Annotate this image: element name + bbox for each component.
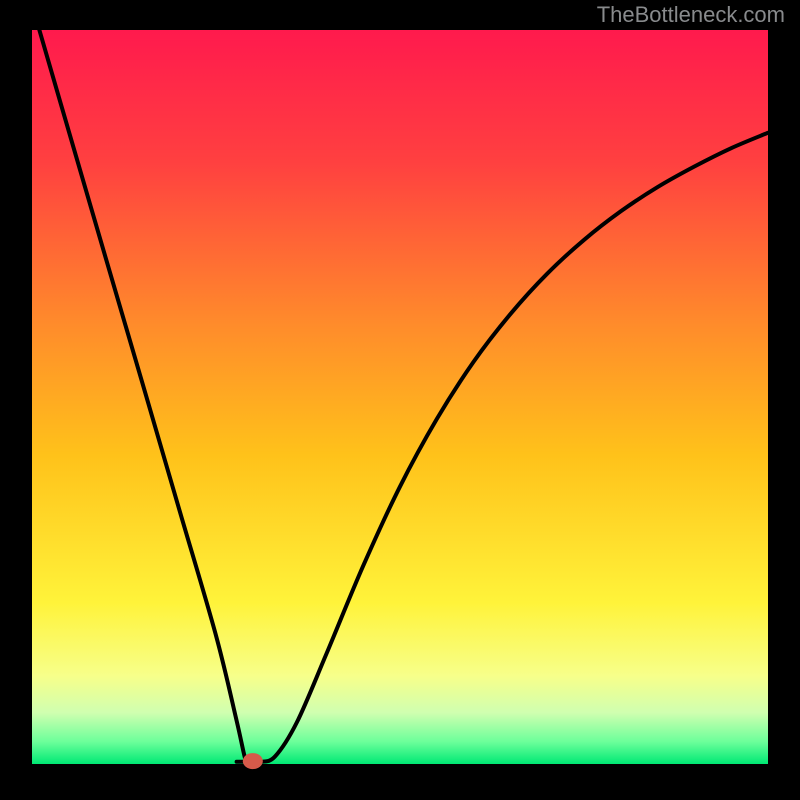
bottleneck-chart	[0, 0, 800, 800]
plot-background	[32, 30, 768, 764]
chart-frame: TheBottleneck.com	[0, 0, 800, 800]
source-label: TheBottleneck.com	[597, 0, 785, 30]
optimum-marker	[243, 753, 263, 769]
